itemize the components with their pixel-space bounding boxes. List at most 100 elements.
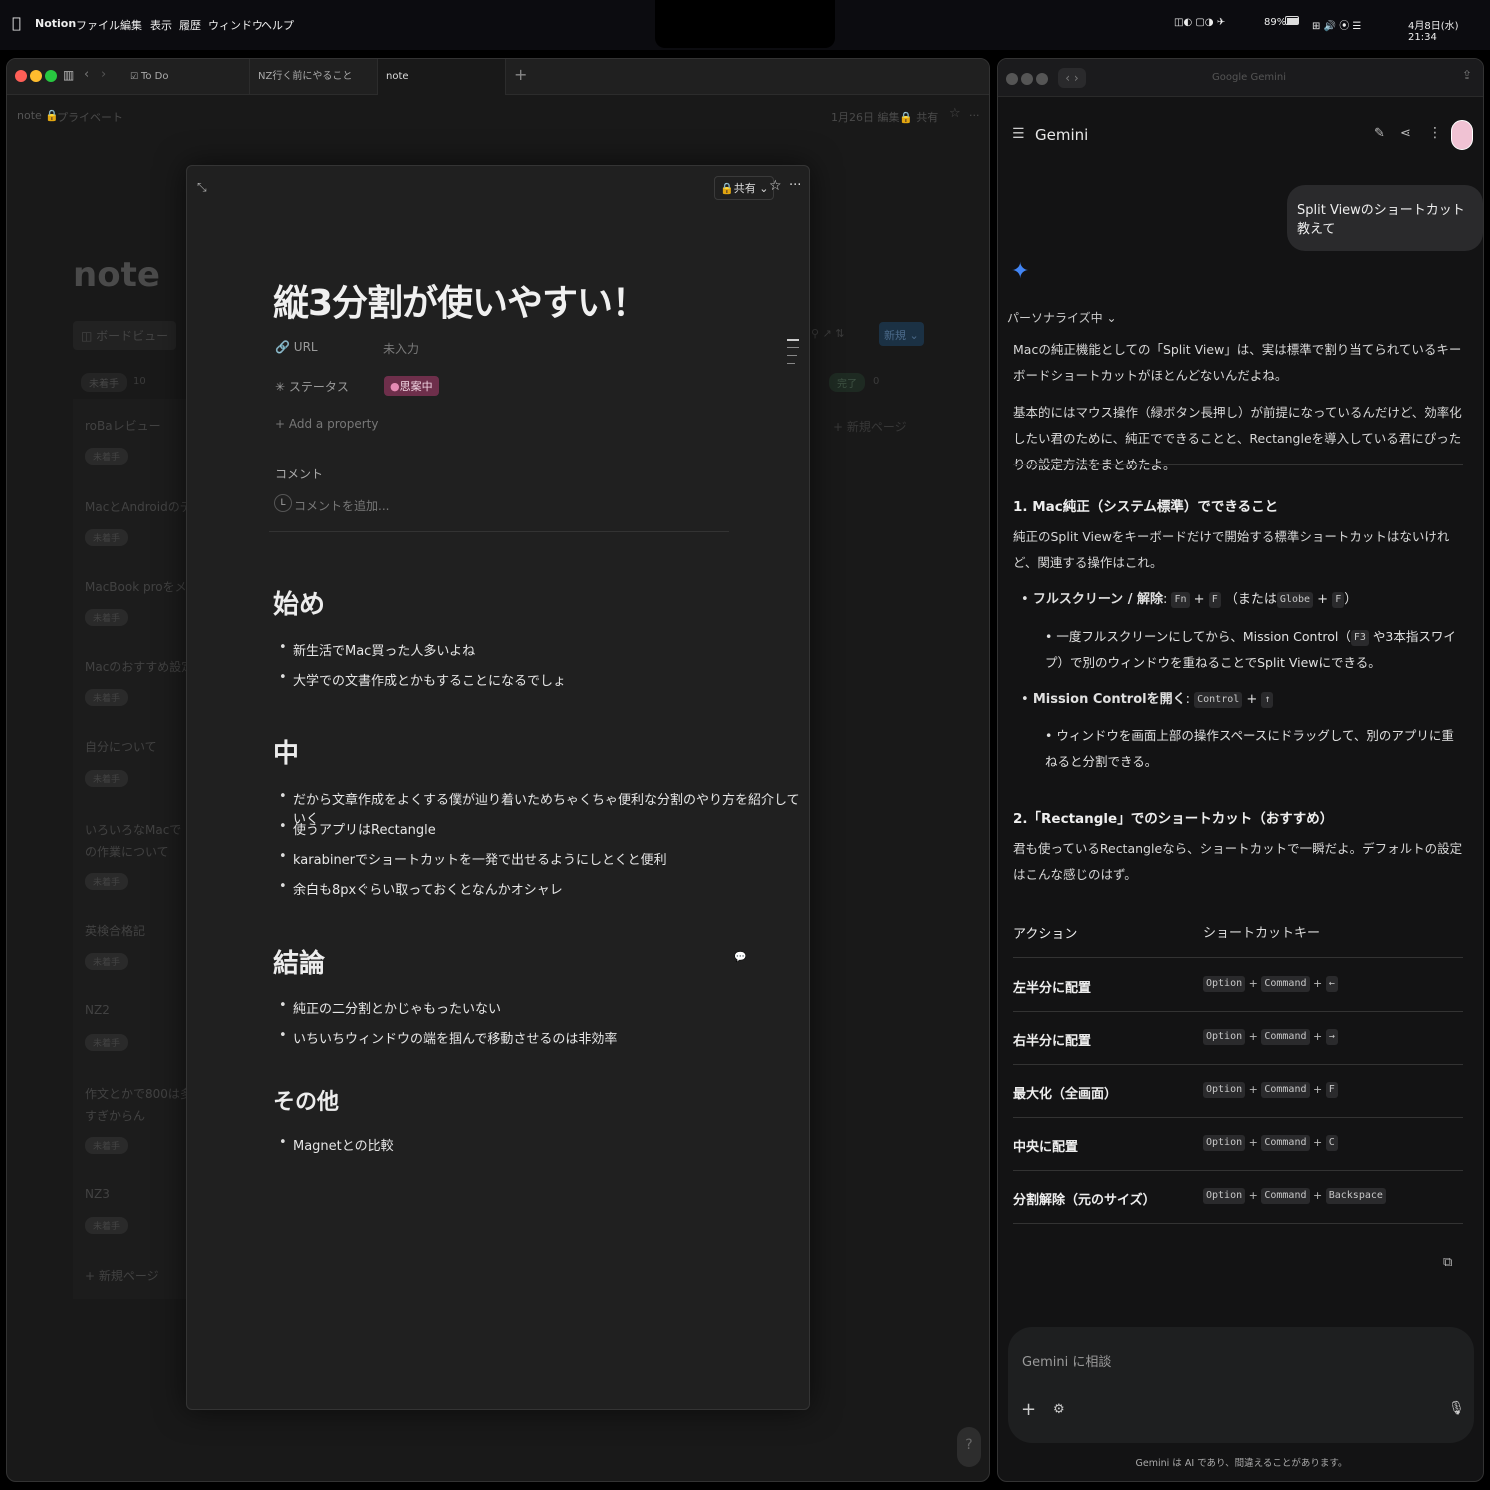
key: Option bbox=[1203, 1135, 1246, 1151]
zoom-window-button[interactable] bbox=[45, 70, 57, 82]
list-item[interactable]: 余白も8pxぐらい取っておくとなんかオシャレ bbox=[279, 879, 563, 898]
list-item[interactable]: いちいちウィンドウの端を掴んで移動させるのは非効率 bbox=[279, 1028, 617, 1047]
menu-app-name[interactable]: Notion bbox=[35, 17, 76, 30]
add-property-button[interactable]: + Add a property bbox=[275, 417, 378, 431]
status-property: ✳ ステータス bbox=[275, 378, 349, 395]
table-cell-action: 最大化（全画面） bbox=[1013, 1087, 1118, 1102]
bg-more-icon[interactable]: ··· bbox=[969, 109, 980, 122]
personalize-toggle[interactable]: パーソナライズ中 ⌄ bbox=[1007, 309, 1117, 326]
board-card[interactable]: 英検合格記 bbox=[85, 922, 145, 939]
board-card[interactable]: NZ3 bbox=[85, 1187, 110, 1201]
expand-icon[interactable]: ⤡ bbox=[197, 180, 207, 195]
url-property: 🔗 URL bbox=[275, 340, 318, 354]
list-item[interactable]: karabinerでショートカットを一発で出せるようにしとくと便利 bbox=[279, 849, 667, 868]
board-card[interactable]: 自分について bbox=[85, 738, 157, 755]
board-card[interactable]: roBaレビュー bbox=[85, 417, 161, 434]
share-button[interactable]: 🔒共有 ⌄ bbox=[714, 176, 775, 200]
view-tools-icons[interactable]: ⚲ ↗ ⇅ bbox=[811, 327, 844, 340]
minimize-window-button[interactable] bbox=[1021, 73, 1033, 85]
tools-icon[interactable]: ⚙ bbox=[1053, 1402, 1065, 1417]
sidebar-toggle-icon[interactable]: ▥ bbox=[63, 68, 74, 82]
comment-icon[interactable]: 💬 bbox=[734, 952, 746, 963]
share-chat-icon[interactable]: ⋖ bbox=[1400, 126, 1411, 141]
control-icons[interactable]: ⊞ 🔊 ⦿ ☰ bbox=[1312, 17, 1361, 32]
menu-edit[interactable]: 編集 bbox=[120, 17, 142, 33]
status-icons[interactable]: ◫◐ ▢◑ ✈ bbox=[1174, 17, 1225, 28]
share-icon[interactable]: ⇪ bbox=[1462, 68, 1472, 82]
section-heading[interactable]: その他 bbox=[273, 1084, 339, 1116]
card-tag: 未着手 bbox=[85, 770, 129, 787]
column-done-count: 0 bbox=[873, 376, 880, 387]
avatar[interactable] bbox=[1451, 120, 1473, 150]
star-icon[interactable]: ☆ bbox=[769, 178, 782, 194]
breadcrumb-root[interactable]: note bbox=[17, 109, 42, 122]
menu-history[interactable]: 履歴 bbox=[179, 17, 201, 33]
clock[interactable]: 4月8日(水) 21:34 bbox=[1408, 17, 1490, 43]
nav-arrows-icon[interactable]: ‹ › bbox=[1058, 68, 1086, 88]
add-icon[interactable]: + bbox=[1021, 1399, 1036, 1420]
help-button[interactable]: ? bbox=[957, 1427, 981, 1467]
comment-label: コメント bbox=[275, 467, 324, 481]
bg-star-icon[interactable]: ☆ bbox=[949, 106, 961, 121]
menu-icon[interactable]: ☰ bbox=[1012, 126, 1025, 142]
new-tab-icon[interactable]: + bbox=[514, 65, 527, 84]
mic-icon[interactable]: 🎙 bbox=[1448, 1401, 1465, 1416]
new-button[interactable]: 新規 ⌄ bbox=[879, 322, 924, 346]
checkbox-icon: ☑ bbox=[130, 72, 141, 82]
new-chat-icon[interactable]: ✎ bbox=[1374, 126, 1385, 141]
zoom-window-button[interactable] bbox=[1036, 73, 1048, 85]
board-card[interactable]: 作文とかで800は多すぎからん bbox=[85, 1083, 193, 1127]
tab-nz[interactable]: NZ行く前にやること bbox=[250, 59, 378, 95]
key: ← bbox=[1325, 976, 1338, 992]
comment-input[interactable]: コメントを追加... bbox=[294, 497, 389, 514]
tab-label: To Do bbox=[140, 71, 169, 82]
board-new-page[interactable]: + 新規ページ bbox=[85, 1267, 159, 1284]
copy-icon[interactable]: ⧉ bbox=[1443, 1255, 1452, 1270]
bg-share-button[interactable]: 🔒 共有 bbox=[899, 109, 938, 125]
battery-icon[interactable] bbox=[1285, 16, 1299, 25]
back-icon[interactable]: ‹ bbox=[84, 67, 89, 82]
section-heading[interactable]: 中 bbox=[273, 733, 299, 770]
board-card[interactable]: NZ2 bbox=[85, 1003, 110, 1017]
table-cell-action: 分割解除（元のサイズ） bbox=[1013, 1193, 1156, 1208]
menu-help[interactable]: ヘルプ bbox=[261, 17, 294, 33]
bullet-label: Mission Controlを開く bbox=[1032, 692, 1186, 707]
tab-note[interactable]: note bbox=[378, 59, 506, 95]
list-item[interactable]: 純正の二分割とかじゃもったいない bbox=[279, 998, 501, 1017]
forward-icon[interactable]: › bbox=[101, 67, 106, 82]
close-window-button[interactable] bbox=[15, 70, 27, 82]
board-card[interactable]: Macのおすすめ設定 bbox=[85, 658, 193, 675]
card-tag: 未着手 bbox=[85, 529, 129, 546]
breadcrumb-sub[interactable]: プライベート bbox=[57, 109, 123, 125]
list-item[interactable]: Magnetとの比較 bbox=[279, 1135, 394, 1154]
column-done-new-page[interactable]: + 新規ページ bbox=[833, 418, 907, 435]
page-heading[interactable]: 縦3分割が使いやすい！ bbox=[273, 274, 648, 326]
url-value[interactable]: 未入力 bbox=[383, 340, 419, 357]
menu-window[interactable]: ウィンドウ bbox=[208, 17, 263, 33]
list-item[interactable]: 使うアプリはRectangle bbox=[279, 819, 436, 838]
list-item[interactable]: 大学での文書作成とかもすることになるでしょ bbox=[279, 670, 566, 689]
more-icon[interactable]: ⋮ bbox=[1428, 125, 1442, 141]
prompt-box[interactable]: Gemini に相談 + ⚙ 🎙 bbox=[1008, 1327, 1474, 1443]
more-icon[interactable]: ··· bbox=[789, 178, 801, 193]
board-icon: ◫ bbox=[81, 329, 97, 343]
table-row: 分割解除（元のサイズ） Option + Command + Backspace bbox=[1013, 1171, 1463, 1224]
table-cell-action: 左半分に配置 bbox=[1013, 981, 1092, 996]
avatar: L bbox=[274, 494, 292, 512]
section-heading[interactable]: 始め bbox=[273, 584, 325, 621]
minimize-window-button[interactable] bbox=[30, 70, 42, 82]
tab-todo[interactable]: ☑ To Do bbox=[122, 59, 250, 95]
board-card[interactable]: いろいろなMacでの作業について bbox=[85, 819, 193, 863]
menu-file[interactable]: ファイル bbox=[76, 17, 120, 33]
prompt-input[interactable]: Gemini に相談 bbox=[1022, 1351, 1111, 1370]
section-heading[interactable]: 結論 bbox=[273, 943, 325, 980]
apple-icon[interactable]:  bbox=[12, 14, 21, 32]
menu-view[interactable]: 表示 bbox=[150, 17, 172, 33]
list-item[interactable]: 新生活でMac買った人多いよね bbox=[279, 640, 475, 659]
key: Command bbox=[1261, 1029, 1310, 1045]
status-badge[interactable]: ●思案中 bbox=[384, 376, 439, 396]
tab-bar: ▥ ‹ › ☑ To Do NZ行く前にやること note + bbox=[7, 59, 989, 95]
table-of-contents-icon[interactable] bbox=[787, 339, 799, 364]
view-tab-board[interactable]: ◫ ボードビュー bbox=[73, 321, 177, 350]
close-window-button[interactable] bbox=[1006, 73, 1018, 85]
